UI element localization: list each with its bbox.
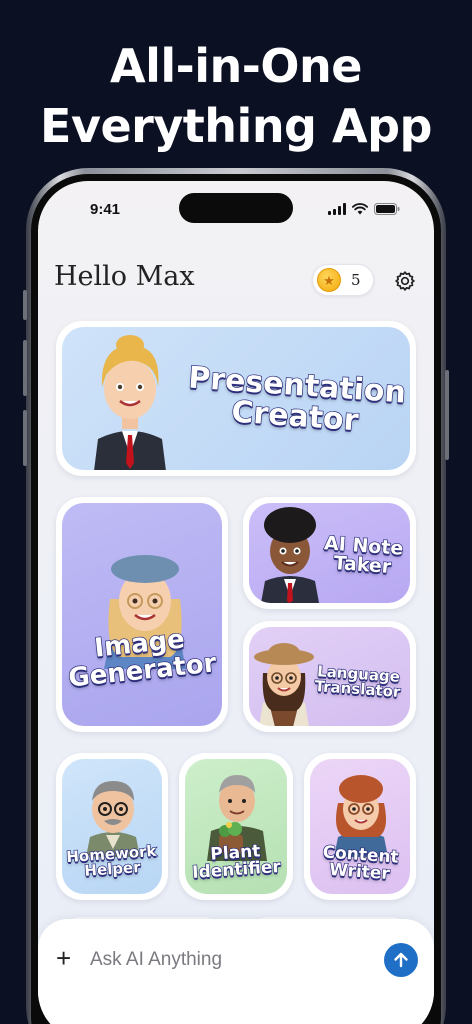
signal-icon — [328, 203, 346, 215]
plant-label-line2: Identifier — [191, 857, 282, 885]
tile-language-inner: Language Translator — [249, 627, 410, 726]
headline-line-2: Everything App — [40, 99, 432, 153]
tile-homework-inner: Homework Helper — [62, 759, 162, 894]
plus-icon[interactable]: + — [56, 945, 71, 971]
language-label-line2: Translator — [313, 677, 401, 702]
coin-balance[interactable]: ★ 5 — [312, 264, 374, 296]
tile-content-inner: Content Writer — [310, 759, 410, 894]
tile-image-generator[interactable]: Image Generator — [56, 497, 228, 732]
arrow-up-icon — [394, 952, 408, 968]
wifi-icon — [352, 203, 368, 215]
phone-screen: 9:41 Hello Max ★ 5 Presentation Creator … — [38, 181, 434, 1024]
content-writer-label: Content Writer — [311, 842, 409, 885]
promo-headline: All-in-One Everything App — [0, 36, 472, 156]
headline-line-1: All-in-One — [110, 39, 362, 93]
tile-image-inner: Image Generator — [62, 503, 222, 726]
tile-presentation-creator[interactable]: Presentation Creator — [56, 321, 416, 476]
ask-ai-input[interactable] — [90, 945, 370, 975]
tile-presentation-inner: Presentation Creator — [62, 327, 410, 470]
tile-note-inner: AI Note Taker — [249, 503, 410, 603]
star-icon: ★ — [317, 268, 341, 292]
plant-identifier-label: Plant Identifier — [186, 841, 286, 885]
phone-volume-down — [23, 410, 27, 466]
tile-content-writer[interactable]: Content Writer — [304, 753, 416, 900]
homework-helper-label: Homework Helper — [63, 841, 161, 881]
send-button[interactable] — [384, 943, 418, 977]
status-time: 9:41 — [90, 201, 121, 218]
tile-plant-inner: Plant Identifier — [185, 759, 287, 894]
presenter-character-illustration — [94, 335, 166, 470]
tile-plant-identifier[interactable]: Plant Identifier — [179, 753, 293, 900]
battery-icon — [374, 203, 400, 215]
coin-count: 5 — [351, 271, 361, 289]
tile-ai-note-taker[interactable]: AI Note Taker — [243, 497, 416, 609]
tile-language-translator[interactable]: Language Translator — [243, 621, 416, 732]
image-generator-label: Image Generator — [64, 623, 218, 694]
phone-volume-up — [23, 340, 27, 396]
greeting-title: Hello Max — [54, 261, 195, 292]
ask-ai-bar: + — [38, 919, 434, 1024]
gear-icon[interactable] — [393, 269, 417, 293]
dynamic-island — [179, 193, 293, 223]
phone-power-button — [445, 370, 449, 460]
language-translator-label: Language Translator — [304, 661, 410, 702]
phone-side-button — [23, 290, 27, 320]
ai-note-taker-label: AI Note Taker — [314, 532, 410, 579]
status-icons — [328, 203, 400, 215]
presentation-creator-label: Presentation Creator — [178, 360, 410, 440]
tile-homework-helper[interactable]: Homework Helper — [56, 753, 168, 900]
